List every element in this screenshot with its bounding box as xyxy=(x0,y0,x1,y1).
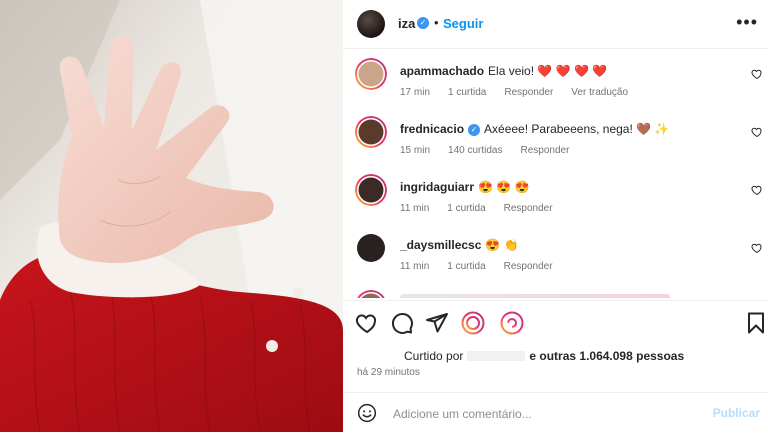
comment-text-line: apammachado Ela veio! ❤️ ❤️ ❤️ ❤️ xyxy=(400,64,607,78)
post-actions-bar xyxy=(343,300,768,341)
like-comment-heart-icon[interactable] xyxy=(751,184,763,196)
reels-ring-icon[interactable] xyxy=(500,311,524,335)
comment-username[interactable]: _daysmillecsc xyxy=(400,238,481,252)
comment-time: 11 min xyxy=(400,261,430,272)
comment-like-count[interactable]: 1 curtida xyxy=(447,203,485,214)
author-avatar[interactable] xyxy=(357,10,385,38)
comment-meta: 17 min 1 curtida Responder Ver tradução xyxy=(400,87,646,98)
comment-text: Ela veio! ❤️ ❤️ ❤️ ❤️ xyxy=(488,64,608,78)
reply-button[interactable]: Responder xyxy=(504,203,553,214)
separator-dot: • xyxy=(434,15,439,30)
more-options-icon[interactable]: ••• xyxy=(736,12,758,33)
comment-text: 😍 👏 xyxy=(485,238,519,252)
author-username[interactable]: iza xyxy=(398,16,415,31)
post-details-panel: iza ✓ • Seguir ••• apammachado Ela veio! … xyxy=(343,0,768,432)
comment-text: 😍 😍 😍 xyxy=(478,180,530,194)
comment-meta: 11 min 1 curtida Responder xyxy=(400,261,571,272)
comment-time: 17 min xyxy=(400,87,431,98)
like-heart-icon[interactable] xyxy=(355,311,379,335)
post-photo[interactable] xyxy=(0,0,343,432)
verified-badge-icon: ✓ xyxy=(417,17,429,29)
comment-text-line: ingridaguiarr 😍 😍 😍 xyxy=(400,180,530,194)
commenter-avatar[interactable] xyxy=(355,232,387,264)
comment-item: apammachado Ela veio! ❤️ ❤️ ❤️ ❤️ 17 min 1… xyxy=(343,48,768,106)
comment-item: ingridaguiarr 😍 😍 😍 11 min 1 curtida Respon… xyxy=(343,164,768,222)
comment-text: Axéeee! Parabeeens, nega! 🤎 ✨ xyxy=(484,122,670,136)
post-time-ago: há 29 minutos xyxy=(357,367,420,378)
baby-hand-image xyxy=(0,0,343,432)
comment-like-count[interactable]: 1 curtida xyxy=(448,87,486,98)
likes-count[interactable]: e outras 1.064.098 pessoas xyxy=(529,349,684,363)
translate-button[interactable]: Ver tradução xyxy=(571,87,628,98)
comment-username[interactable]: ingridaguiarr xyxy=(400,180,474,194)
comment-username[interactable]: apammachado xyxy=(400,64,484,78)
comment-text-line: _daysmillecsc 😍 👏 xyxy=(400,238,519,252)
like-comment-heart-icon[interactable] xyxy=(751,242,763,254)
comment-meta: 15 min 140 curtidas Responder xyxy=(400,145,587,156)
like-comment-heart-icon[interactable] xyxy=(751,68,763,80)
likes-summary[interactable]: Curtido por e outras 1.064.098 pessoas xyxy=(404,349,684,363)
liked-by-user-redacted xyxy=(467,351,526,361)
post-header: iza ✓ • Seguir ••• xyxy=(343,0,768,49)
reply-button[interactable]: Responder xyxy=(521,145,570,156)
comment-username[interactable]: frednicacio xyxy=(400,122,464,136)
commenter-avatar[interactable] xyxy=(355,58,387,90)
comment-like-count[interactable]: 140 curtidas xyxy=(448,145,502,156)
comment-text-line: frednicacio ✓ Axéeee! Parabeeens, nega! 🤎 … xyxy=(400,122,669,136)
likes-prefix: Curtido por xyxy=(404,349,464,363)
emoji-smiley-icon[interactable] xyxy=(357,403,377,423)
commenter-avatar[interactable] xyxy=(355,174,387,206)
like-comment-heart-icon[interactable] xyxy=(751,126,763,138)
comment-meta: 11 min 1 curtida Responder xyxy=(400,203,571,214)
comment-time: 11 min xyxy=(400,203,430,214)
reply-button[interactable]: Responder xyxy=(504,261,553,272)
publish-button[interactable]: Publicar xyxy=(713,406,760,420)
comment-like-count[interactable]: 1 curtida xyxy=(447,261,485,272)
comment-item: frednicacio ✓ Axéeee! Parabeeens, nega! 🤎 … xyxy=(343,106,768,164)
comment-bubble-icon[interactable] xyxy=(390,311,414,335)
commenter-avatar[interactable] xyxy=(355,290,387,298)
comment-item: _daysmillecsc 😍 👏 11 min 1 curtida Responde… xyxy=(343,222,768,280)
follow-button[interactable]: Seguir xyxy=(443,16,483,31)
share-paper-plane-icon[interactable] xyxy=(425,311,449,335)
verified-badge-icon: ✓ xyxy=(468,124,481,136)
comments-list[interactable]: apammachado Ela veio! ❤️ ❤️ ❤️ ❤️ 17 min 1… xyxy=(343,48,768,298)
story-ring-icon[interactable] xyxy=(461,311,485,335)
reply-button[interactable]: Responder xyxy=(504,87,553,98)
commenter-avatar[interactable] xyxy=(355,116,387,148)
save-bookmark-icon[interactable] xyxy=(744,311,768,335)
comment-time: 15 min xyxy=(400,145,431,156)
comment-item-partial xyxy=(343,280,768,298)
comment-input[interactable] xyxy=(391,403,695,425)
add-comment-bar: Publicar xyxy=(343,392,768,433)
comment-text-truncated xyxy=(400,294,670,298)
